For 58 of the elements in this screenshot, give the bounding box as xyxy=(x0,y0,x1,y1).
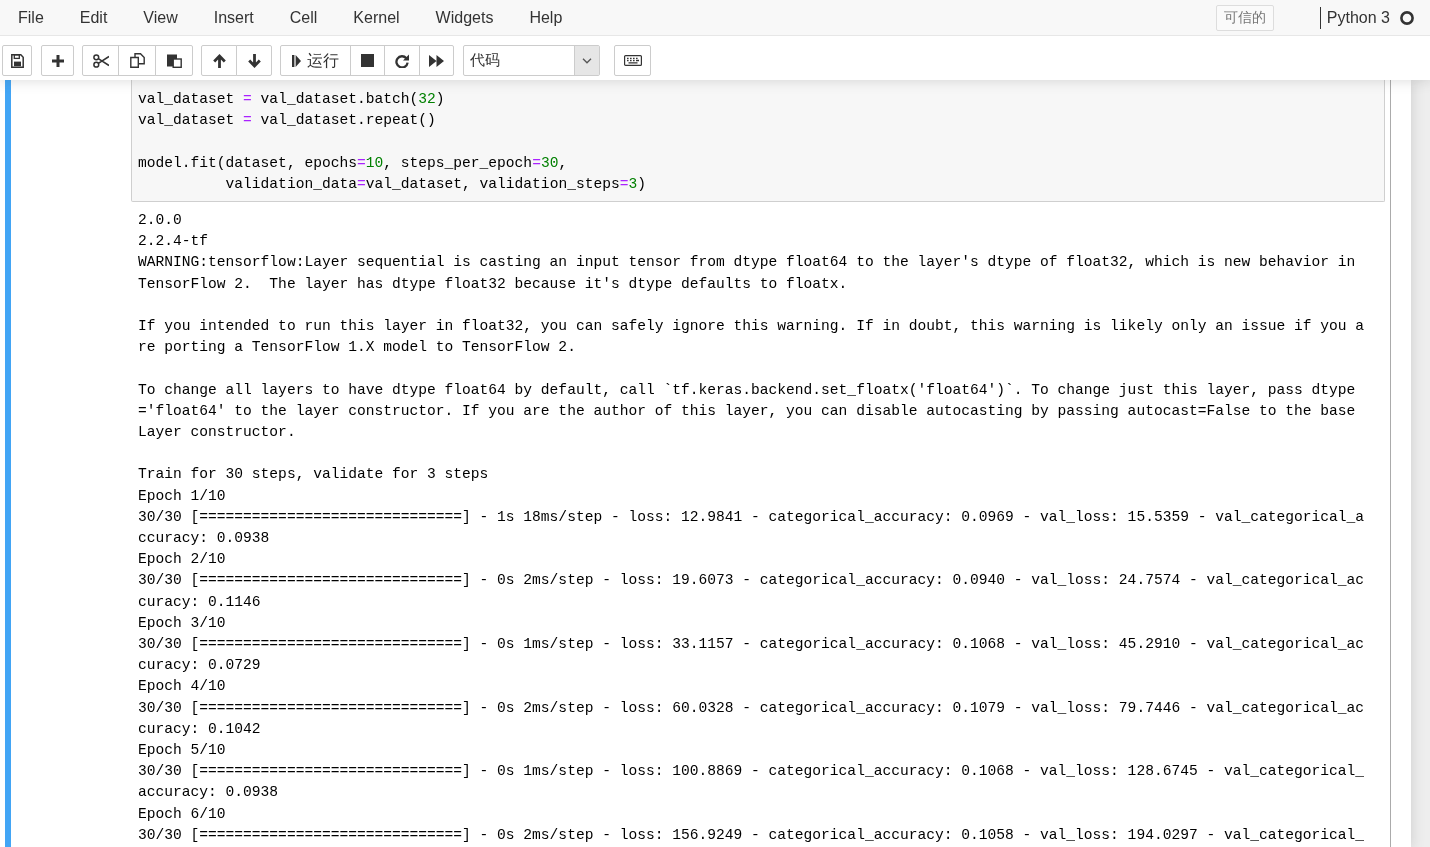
trusted-indicator[interactable]: 可信的 xyxy=(1215,4,1274,31)
move-down-button[interactable] xyxy=(236,45,272,76)
output-line: 2.2.4-tf xyxy=(138,232,209,252)
output-line: WARNING:tensorflow:Layer sequential is casting an input tensor from dtype float64 to the layer's dtype of float32, which is new behavior in TensorFlow 2. The layer has dtype float32 because it's dtype defaults to floatx. xyxy=(138,253,1357,294)
arrow-down-icon xyxy=(247,53,261,68)
menu-item[interactable]: Kernel xyxy=(335,0,418,35)
menu-item[interactable]: Insert xyxy=(195,0,272,35)
code-line: model.fit(dataset, epochs=10, steps_per_epoch=30, xyxy=(138,153,568,173)
output-line: Epoch 6/10 xyxy=(138,804,226,824)
cut-button[interactable] xyxy=(82,45,119,76)
add-cell-button[interactable] xyxy=(41,45,74,76)
code-line: val_dataset = val_dataset.repeat() xyxy=(138,111,436,131)
code-line: val_dataset = val_dataset.batch(32) xyxy=(138,90,445,109)
kernel-name: Python 3 xyxy=(1326,7,1390,28)
output-line: Epoch 5/10 xyxy=(138,741,226,761)
restart-button[interactable] xyxy=(384,45,420,76)
output-line: Epoch 2/10 xyxy=(138,550,226,570)
output-line: 30/30 [==============================] - 0s 2ms/step - loss: 156.9249 - categorical_accuracy: 0.1058 - val_loss: 194.0297 - val_categorical_ xyxy=(138,825,1365,845)
step-forward-icon xyxy=(292,54,301,67)
keyboard-shortcuts-button[interactable] xyxy=(614,45,651,76)
save-button[interactable] xyxy=(2,45,32,76)
paste-button[interactable] xyxy=(155,45,193,76)
code-input[interactable]: val_dataset = val_dataset.batch(32) val_dataset = val_dataset.repeat() model.fit(dataset, epochs=10, steps_per_epoch=30, validation_data=val_dataset, validation_steps=3) xyxy=(131,80,1385,202)
menu-item[interactable]: Edit xyxy=(61,0,126,35)
menu-item[interactable]: File xyxy=(0,0,62,35)
output-line: Train for 30 steps, validate for 3 steps xyxy=(138,465,489,485)
menu-item[interactable]: Widgets xyxy=(417,0,512,35)
output-line: 30/30 [==============================] - 1s 18ms/step - loss: 12.9841 - categorical_accuracy: 0.0969 - val_loss: 15.5359 - val_categorical_accuracy: 0.0938 xyxy=(138,507,1365,548)
keyboard-icon xyxy=(623,55,642,66)
output-line: To change all layers to have dtype float64 by default, call `tf.keras.backend.set_floatx('float64')`. To change just this layer, pass dtype='float64' to the layer constructor. If you are the author of this layer, you can disable autocasting by passing autocast=False to the base Layer constructor. xyxy=(138,380,1357,442)
move-up-button[interactable] xyxy=(201,45,237,76)
caret-icon xyxy=(574,46,599,75)
code-line: validation_data=val_dataset, validation_steps=3) xyxy=(224,174,646,194)
output-line: 2.0.0 xyxy=(138,211,182,230)
copy-button[interactable] xyxy=(118,45,156,76)
scissors-icon xyxy=(92,53,109,68)
copy-icon xyxy=(129,53,145,68)
output-line: Epoch 4/10 xyxy=(138,677,226,697)
clipboard-icon xyxy=(166,53,182,68)
output-line: Epoch 3/10 xyxy=(138,613,226,633)
menu-item[interactable]: Cell xyxy=(271,0,336,35)
output-line: If you intended to run this layer in float32, you can safely ignore this warning. If in doubt, this warning is likely only an issue if you are porting a TensorFlow 1.X model to TensorFlow 2. xyxy=(138,317,1365,358)
cell-type-select[interactable]: 代码 xyxy=(463,45,600,76)
plus-icon xyxy=(51,54,64,67)
stop-icon xyxy=(361,54,374,67)
stop-button[interactable] xyxy=(350,45,385,76)
output-line: Epoch 1/10 xyxy=(138,486,226,506)
menu-item[interactable]: Help xyxy=(511,0,581,35)
arrow-up-icon xyxy=(212,53,226,68)
output-line: 30/30 [==============================] - 0s 1ms/step - loss: 33.1157 - categorical_accuracy: 0.1068 - val_loss: 45.2910 - val_categorical_accuracy: 0.0729 xyxy=(138,635,1365,676)
run-button[interactable]: 运行 xyxy=(280,45,351,76)
redo-icon xyxy=(395,53,409,68)
run-all-button[interactable] xyxy=(419,45,454,76)
fast-forward-icon xyxy=(429,54,444,67)
output-line: 30/30 [==============================] - 0s 2ms/step - loss: 19.6073 - categorical_accuracy: 0.0940 - val_loss: 24.7574 - val_categorical_accuracy: 0.1146 xyxy=(138,571,1365,612)
menu-item[interactable]: View xyxy=(125,0,196,35)
output-line: 30/30 [==============================] - 0s 1ms/step - loss: 100.8869 - categorical_accuracy: 0.1068 - val_loss: 128.6745 - val_categorical_accuracy: 0.0938 xyxy=(138,762,1365,803)
output-line: 30/30 [==============================] - 0s 2ms/step - loss: 60.0328 - categorical_accuracy: 0.1079 - val_loss: 79.7446 - val_categorical_accuracy: 0.1042 xyxy=(138,698,1365,739)
